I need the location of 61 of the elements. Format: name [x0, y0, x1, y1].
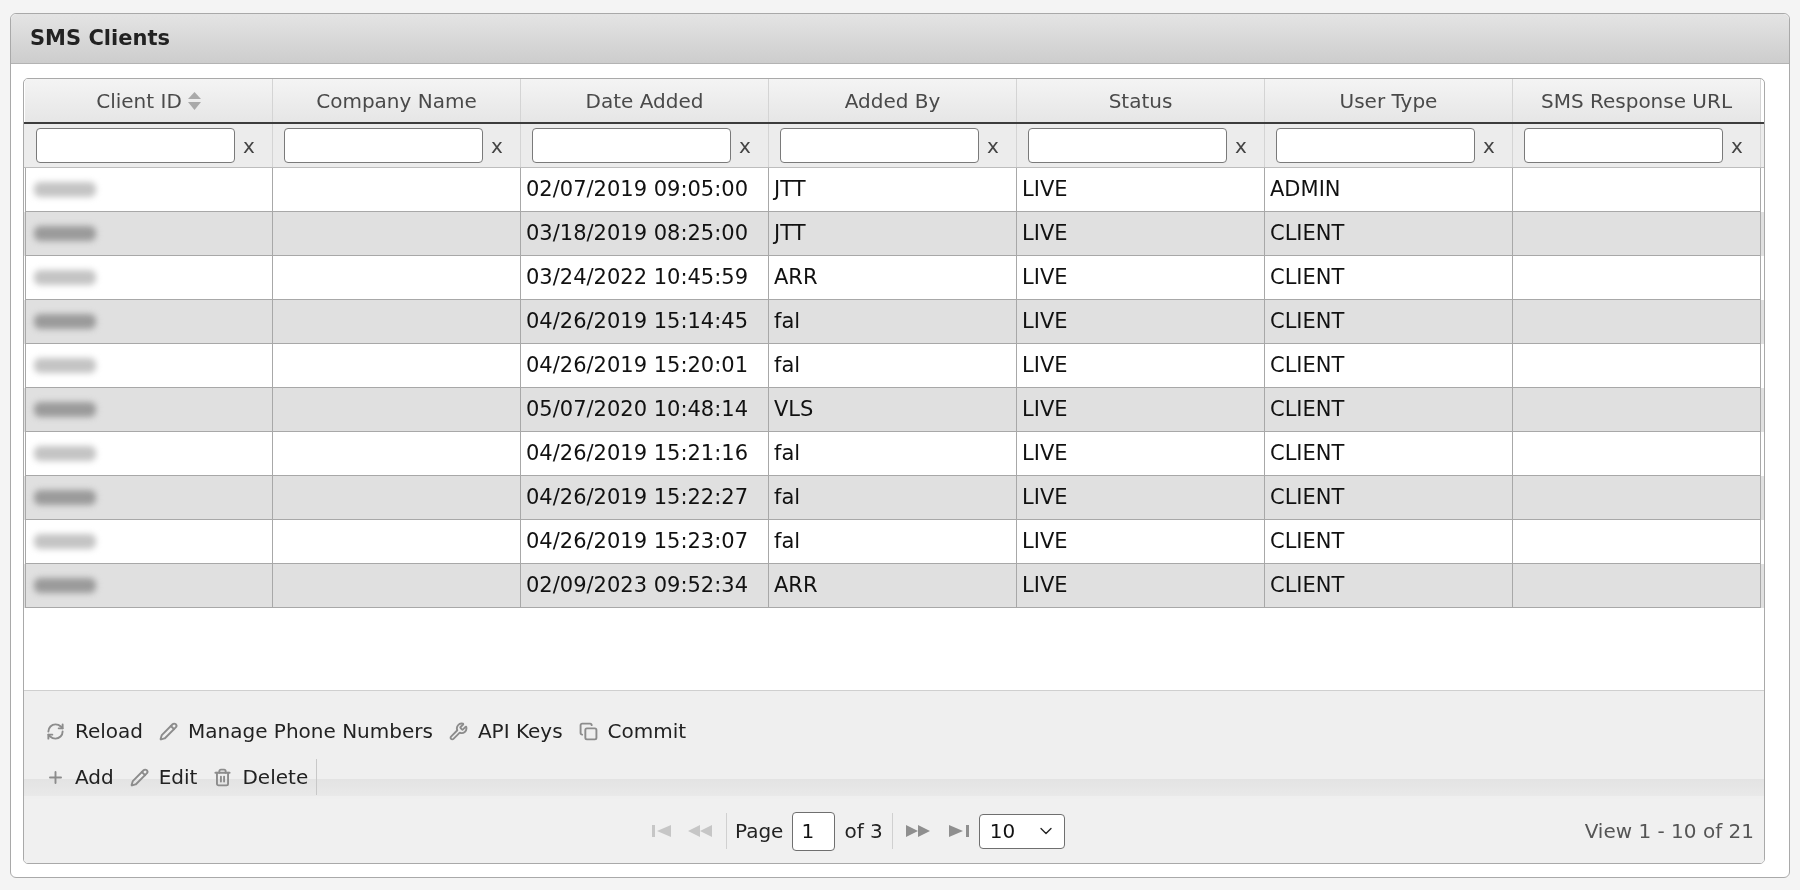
reload-icon [46, 721, 65, 741]
filter-field[interactable] [532, 128, 731, 163]
reload-button[interactable]: Reload [46, 713, 144, 749]
page-label: Page [735, 818, 784, 845]
skip-forward-icon [948, 824, 969, 838]
delete-button[interactable]: Delete [213, 759, 309, 795]
column-header[interactable]: Added By [769, 79, 1017, 122]
last-page-button[interactable] [948, 824, 969, 838]
trash-icon [213, 767, 233, 787]
pencil-icon [129, 767, 149, 787]
table-row[interactable]: 03/18/2019 08:25:00 JTT LIVE CLIENT [24, 212, 1764, 256]
filter-field[interactable] [36, 128, 235, 163]
page-count: of 3 [844, 818, 883, 845]
filter-field[interactable] [284, 128, 483, 163]
add-button[interactable]: Add [46, 759, 114, 795]
column-header[interactable]: Status [1017, 79, 1265, 122]
commit-button[interactable]: Commit [578, 713, 687, 749]
filter-field[interactable] [1276, 128, 1475, 163]
table-cell: LIVE [1017, 564, 1265, 608]
fast-forward-icon [905, 824, 930, 838]
pencil-icon [159, 721, 179, 741]
clear-filter-button[interactable]: x [739, 130, 751, 161]
column-header[interactable]: Company Name [273, 79, 521, 122]
table-row[interactable]: 04/26/2019 15:23:07 fal LIVE CLIENT [24, 520, 1764, 564]
rewind-icon [688, 824, 712, 838]
filter-field[interactable] [1524, 128, 1723, 163]
table-row[interactable]: 04/26/2019 15:22:27 fal LIVE CLIENT [24, 476, 1764, 520]
table-row[interactable]: 02/09/2023 09:52:34 ARR LIVE CLIENT [24, 564, 1764, 608]
column-header[interactable]: Client ID [25, 79, 273, 122]
column-header[interactable]: Date Added [521, 79, 769, 122]
sort-icon [187, 90, 201, 111]
table-row[interactable]: 04/26/2019 15:14:45 fal LIVE CLIENT [24, 300, 1764, 344]
page-number-field[interactable]: 1 [792, 811, 836, 851]
table-row[interactable]: 05/07/2020 10:48:14 VLS LIVE CLIENT [24, 388, 1764, 432]
page-size-select[interactable]: 10 [978, 813, 1065, 849]
column-header[interactable]: User Type [1265, 79, 1513, 122]
skip-back-icon [652, 824, 672, 838]
next-page-button[interactable] [905, 824, 930, 838]
table-cell: 02/09/2023 09:52:34 [521, 564, 769, 608]
filter-field[interactable] [1028, 128, 1227, 163]
table-row[interactable]: 02/07/2019 09:05:00 JTT LIVE ADMIN [24, 168, 1764, 212]
overlapping-squares-icon [578, 721, 598, 741]
clear-filter-button[interactable]: x [243, 130, 255, 161]
wrench-icon [448, 721, 468, 741]
api-keys-button[interactable]: API Keys [448, 713, 563, 749]
clear-filter-button[interactable]: x [1731, 130, 1743, 161]
table-row[interactable]: 03/24/2022 10:45:59 ARR LIVE CLIENT [24, 256, 1764, 300]
clear-filter-button[interactable]: x [1235, 130, 1247, 161]
clear-filter-button[interactable]: x [491, 130, 503, 161]
filter-field[interactable] [780, 128, 979, 163]
manage-button[interactable]: Manage Phone Numbers [159, 713, 433, 749]
clear-filter-button[interactable]: x [987, 130, 999, 161]
edit-button[interactable]: Edit [129, 759, 198, 795]
column-header[interactable]: SMS Response URL [1513, 79, 1761, 122]
records-summary: View 1 - 10 of 21 [1584, 818, 1755, 845]
table-row[interactable]: 04/26/2019 15:21:16 fal LIVE CLIENT [24, 432, 1764, 476]
table-cell: CLIENT [1265, 564, 1513, 608]
table-cell: ARR [769, 564, 1017, 608]
table-row[interactable]: 04/26/2019 15:20:01 fal LIVE CLIENT [24, 344, 1764, 388]
clear-filter-button[interactable]: x [1483, 130, 1495, 161]
panel-title: SMS Clients [30, 24, 170, 52]
